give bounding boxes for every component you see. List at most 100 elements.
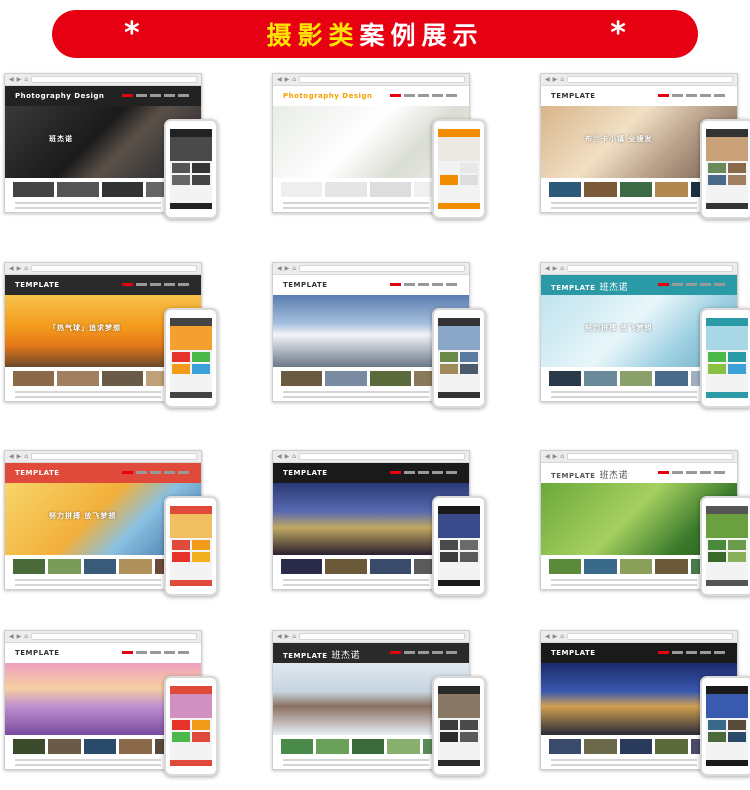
phone-grid-tile	[728, 732, 746, 742]
address-bar	[31, 633, 197, 640]
phone-footer-bar	[706, 203, 748, 209]
title-banner: * 摄影类案例展示 *	[52, 10, 698, 58]
template-showcase-card[interactable]: ◀ ▶ ⌂ TEMPLATE 努力拼搏 放飞梦想	[4, 450, 218, 610]
address-bar	[567, 76, 733, 83]
phone-footer-bar	[170, 760, 212, 766]
template-showcase-card[interactable]: ◀ ▶ ⌂ TEMPLATE	[4, 630, 218, 790]
back-icon: ◀	[9, 264, 14, 272]
gallery-thumbnail	[655, 371, 688, 386]
back-icon: ◀	[9, 632, 14, 640]
phone-grid-tile	[192, 175, 210, 185]
phone-grid-tile	[728, 540, 746, 550]
text-lines-placeholder	[15, 579, 161, 589]
phone-grid-tile	[460, 175, 478, 185]
template-showcase-card[interactable]: ◀ ▶ ⌂ TEMPLATE 班杰诺	[540, 450, 750, 610]
phone-grid-tile	[192, 163, 210, 173]
gallery-thumbnail	[619, 371, 653, 386]
template-showcase-card[interactable]: ◀ ▶ ⌂ TEMPLATE	[272, 262, 486, 422]
phone-hero-image	[170, 137, 212, 161]
site-header: TEMPLATE	[541, 643, 737, 663]
phone-menu-grid	[438, 161, 480, 187]
phone-header	[170, 318, 212, 326]
browser-toolbar: ◀ ▶ ⌂	[541, 631, 737, 643]
phone-header	[706, 686, 748, 694]
site-header: TEMPLATE 班杰诺	[541, 275, 737, 295]
text-lines-placeholder	[551, 579, 697, 589]
gallery-thumbnail	[13, 371, 55, 386]
back-icon: ◀	[545, 75, 550, 83]
phone-footer-bar	[706, 760, 748, 766]
phone-header	[438, 506, 480, 514]
gallery-strip	[549, 182, 724, 197]
banner-title: 摄影类案例展示	[266, 16, 483, 52]
phone-screen	[170, 686, 212, 766]
phone-grid-tile	[460, 720, 478, 730]
template-showcase-card[interactable]: ◀ ▶ ⌂ TEMPLATE 「热气球」追求梦想	[4, 262, 218, 422]
phone-grid-tile	[460, 364, 478, 374]
back-icon: ◀	[545, 452, 550, 460]
phone-grid-tile	[172, 175, 190, 185]
phone-grid-tile	[440, 175, 458, 185]
browser-toolbar: ◀ ▶ ⌂	[5, 74, 201, 86]
site-nav-menu	[658, 283, 725, 286]
gallery-thumbnail	[119, 559, 152, 574]
site-brand-text: TEMPLATE	[551, 649, 596, 657]
site-brand-text: TEMPLATE	[15, 281, 60, 289]
phone-grid-tile	[172, 352, 190, 362]
address-bar	[299, 453, 465, 460]
home-icon: ⌂	[560, 264, 565, 272]
phone-grid-tile	[728, 720, 746, 730]
phone-menu-grid	[438, 538, 480, 564]
template-showcase-card[interactable]: ◀ ▶ ⌂ TEMPLATE	[540, 630, 750, 790]
phone-hero-image	[706, 137, 748, 161]
gallery-thumbnail	[549, 182, 582, 197]
gallery-thumbnail	[101, 371, 143, 386]
address-bar	[299, 633, 465, 640]
phone-grid-tile	[460, 552, 478, 562]
back-icon: ◀	[9, 75, 14, 83]
gallery-thumbnail	[549, 559, 582, 574]
template-showcase-card[interactable]: ◀ ▶ ⌂ TEMPLATE 布兰卡小镇 全镜发	[540, 73, 750, 233]
phone-footer-bar	[170, 203, 212, 209]
gallery-thumbnail	[655, 559, 688, 574]
phone-header	[438, 129, 480, 137]
text-lines-placeholder	[283, 579, 429, 589]
site-header: TEMPLATE	[273, 463, 469, 483]
phone-grid-tile	[460, 732, 478, 742]
home-icon: ⌂	[292, 264, 297, 272]
phone-grid-tile	[172, 163, 190, 173]
gallery-thumbnail	[57, 371, 99, 386]
gallery-thumbnail	[13, 739, 46, 754]
template-showcase-card[interactable]: ◀ ▶ ⌂ TEMPLATE 班杰诺 努力拼搏 放飞梦想	[540, 262, 750, 422]
phone-header	[170, 686, 212, 694]
gallery-thumbnail	[619, 559, 653, 574]
gallery-strip	[281, 739, 456, 754]
template-showcase-card[interactable]: ◀ ▶ ⌂ Photography Design	[272, 73, 486, 233]
text-lines-placeholder	[15, 391, 161, 401]
template-showcase-card[interactable]: ◀ ▶ ⌂ TEMPLATE	[272, 450, 486, 610]
home-icon: ⌂	[292, 75, 297, 83]
phone-screen	[170, 506, 212, 586]
gallery-thumbnail	[316, 739, 349, 754]
phone-menu-grid	[170, 350, 212, 376]
browser-toolbar: ◀ ▶ ⌂	[541, 451, 737, 463]
phone-grid-tile	[172, 552, 190, 562]
template-showcase-card[interactable]: ◀ ▶ ⌂ Photography Design 班杰诺	[4, 73, 218, 233]
site-header: TEMPLATE	[5, 463, 201, 483]
site-nav-menu	[658, 94, 725, 97]
browser-toolbar: ◀ ▶ ⌂	[541, 74, 737, 86]
forward-icon: ▶	[284, 632, 290, 640]
site-nav-menu	[390, 283, 457, 286]
forward-icon: ▶	[552, 264, 558, 272]
site-header: TEMPLATE 班杰诺	[273, 643, 469, 663]
hero-slogan: 布兰卡小镇 全镜发	[585, 135, 653, 143]
gallery-thumbnail	[13, 182, 55, 197]
site-header: Photography Design	[5, 86, 201, 106]
site-brand: TEMPLATE	[283, 468, 332, 478]
phone-screen	[438, 129, 480, 209]
site-brand-text: TEMPLATE	[15, 649, 60, 657]
template-showcase-card[interactable]: ◀ ▶ ⌂ TEMPLATE 班杰诺	[272, 630, 486, 790]
phone-footer-bar	[438, 760, 480, 766]
text-lines-placeholder	[551, 759, 697, 769]
address-bar	[31, 76, 197, 83]
